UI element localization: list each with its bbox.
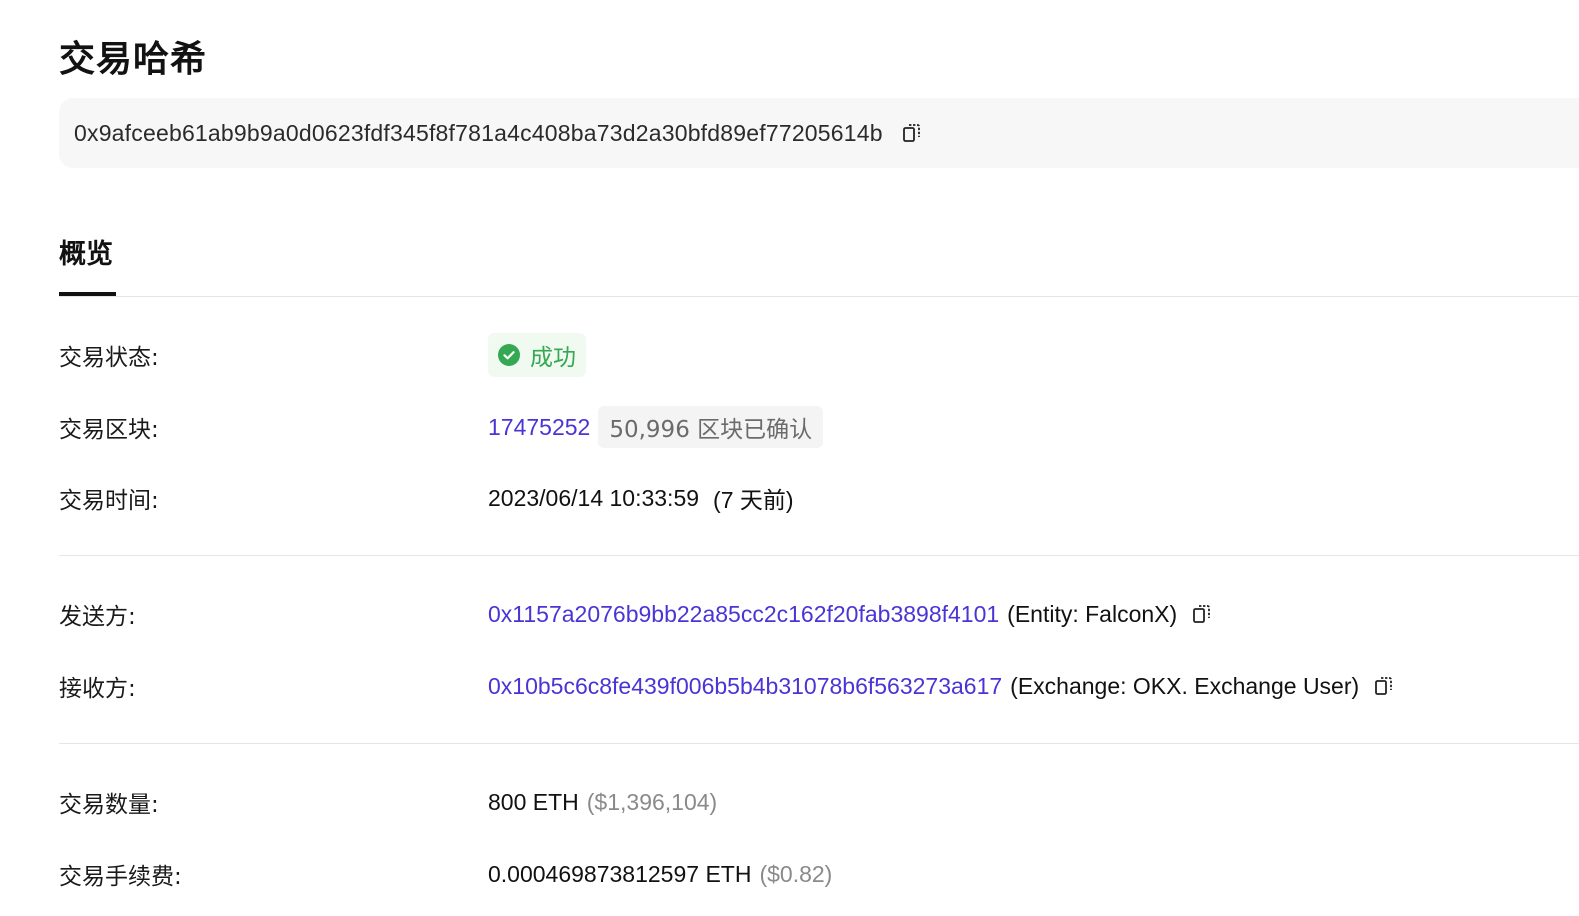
to-label: 接收方: xyxy=(59,676,136,702)
copy-icon[interactable] xyxy=(901,122,923,144)
confirmations-badge: 50,996 区块已确认 xyxy=(598,406,824,448)
divider xyxy=(59,555,1579,556)
row-status: 交易状态: 成功 xyxy=(59,333,1579,377)
row-to: 接收方: 0x10b5c6c8fe439f006b5b4b31078b6f563… xyxy=(59,664,1579,708)
status-label: 交易状态: xyxy=(59,345,159,371)
time-label: 交易时间: xyxy=(59,488,159,514)
divider xyxy=(59,743,1579,744)
fee-label: 交易手续费: xyxy=(59,864,182,890)
to-entity-tag: (Exchange: OKX. Exchange User) xyxy=(1010,672,1360,699)
relative-time: (7 天前) xyxy=(713,487,794,513)
fee-value: 0.000469873812597 ETH xyxy=(488,860,752,887)
transaction-hash-box: 0x9afceeb61ab9b9a0d0623fdf345f8f781a4c40… xyxy=(59,98,1579,168)
status-text: 成功 xyxy=(530,345,576,371)
page-title: 交易哈希 xyxy=(59,39,208,80)
copy-icon[interactable] xyxy=(1191,603,1213,625)
row-time: 交易时间: 2023/06/14 10:33:59 (7 天前) xyxy=(59,476,1579,520)
from-label: 发送方: xyxy=(59,604,136,630)
row-from: 发送方: 0x1157a2076b9bb22a85cc2c162f20fab38… xyxy=(59,592,1579,636)
row-fee: 交易手续费: 0.000469873812597 ETH ($0.82) xyxy=(59,852,1579,896)
amount-value: 800 ETH xyxy=(488,788,579,815)
amount-usd: ($1,396,104) xyxy=(586,788,718,815)
row-block: 交易区块: 17475252 50,996 区块已确认 xyxy=(59,405,1579,449)
status-badge: 成功 xyxy=(488,333,586,377)
copy-icon[interactable] xyxy=(1373,675,1395,697)
row-amount: 交易数量: 800 ETH ($1,396,104) xyxy=(59,780,1579,824)
tab-overview[interactable]: 概览 xyxy=(59,232,113,271)
amount-label: 交易数量: xyxy=(59,792,159,818)
block-label: 交易区块: xyxy=(59,417,159,443)
fee-usd: ($0.82) xyxy=(759,860,833,887)
divider xyxy=(59,296,1579,297)
from-entity-tag: (Entity: FalconX) xyxy=(1007,600,1178,627)
check-circle-icon xyxy=(498,344,520,366)
transaction-hash[interactable]: 0x9afceeb61ab9b9a0d0623fdf345f8f781a4c40… xyxy=(74,120,883,147)
to-address-link[interactable]: 0x10b5c6c8fe439f006b5b4b31078b6f563273a6… xyxy=(488,673,1002,700)
block-number-link[interactable]: 17475252 xyxy=(488,414,590,441)
from-address-link[interactable]: 0x1157a2076b9bb22a85cc2c162f20fab3898f41… xyxy=(488,601,999,628)
timestamp: 2023/06/14 10:33:59 xyxy=(488,484,700,511)
